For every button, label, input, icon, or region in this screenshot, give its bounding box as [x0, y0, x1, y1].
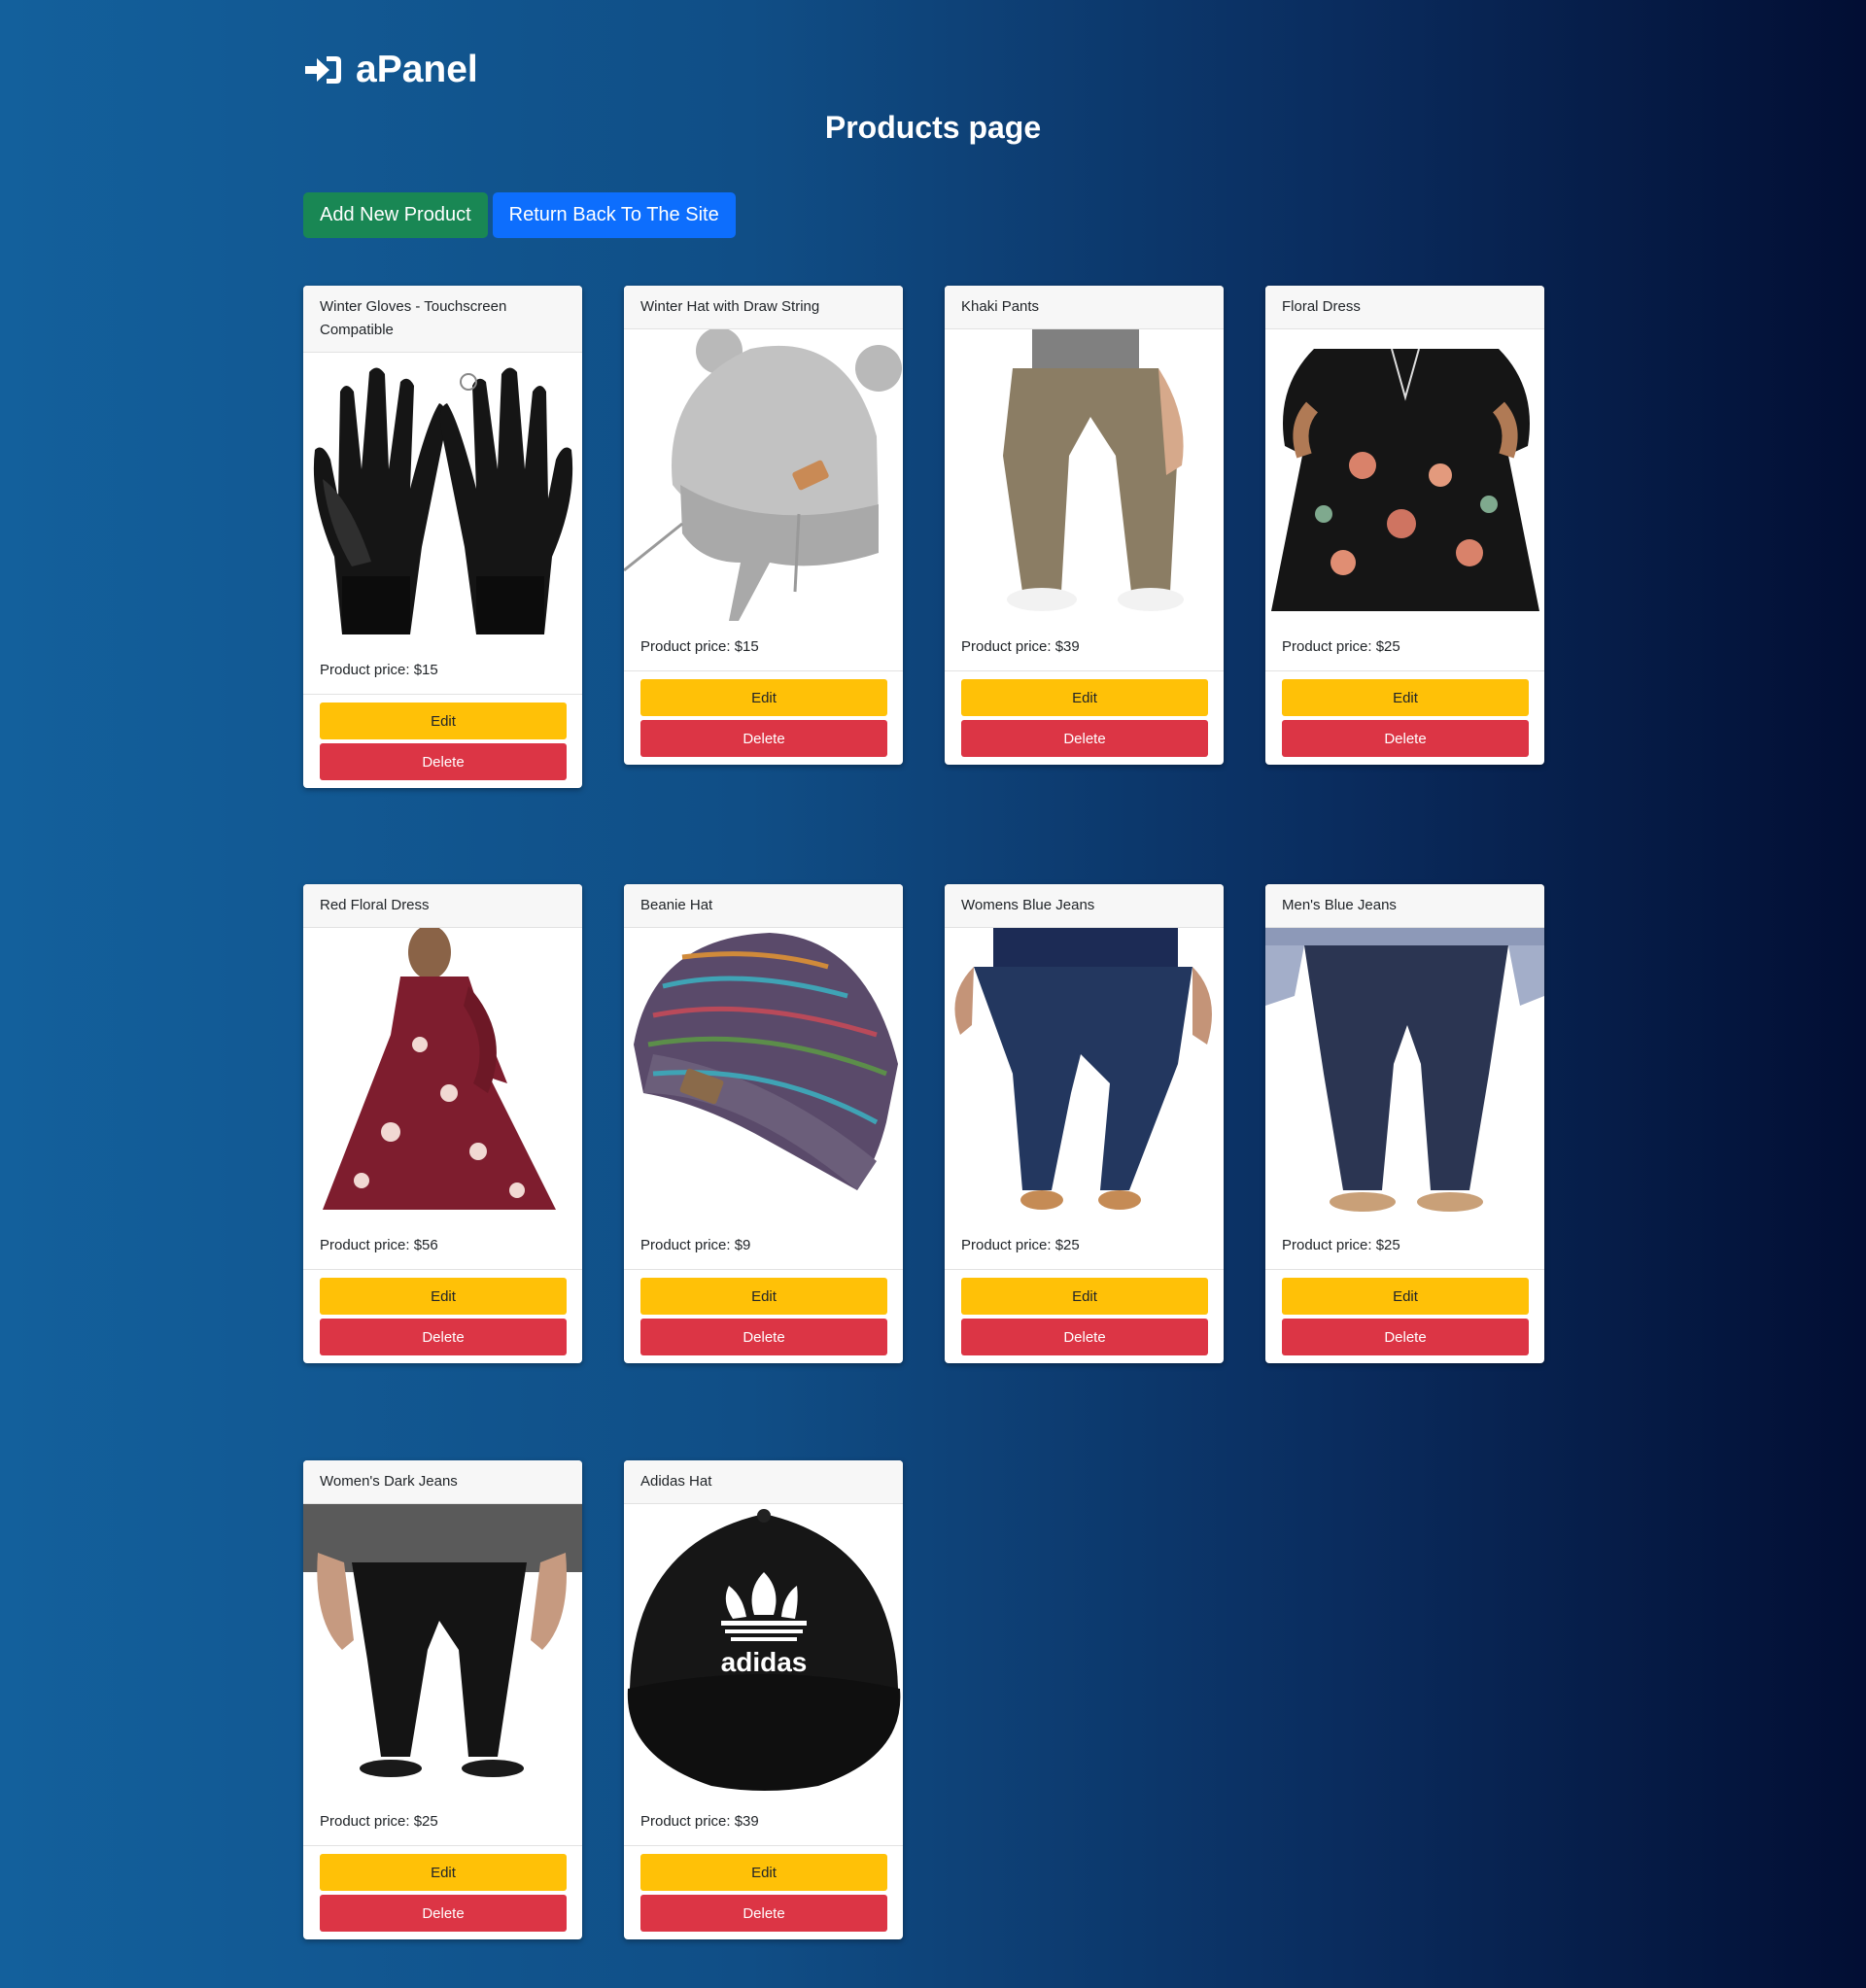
product-name: Women's Dark Jeans: [303, 1460, 582, 1504]
product-name: Womens Blue Jeans: [945, 884, 1224, 928]
product-image-grey-hat: [624, 329, 903, 621]
card-actions: Edit Delete: [945, 671, 1224, 765]
product-card: Women's Dark Jeans Product price: $25 Ed…: [303, 1460, 582, 1939]
product-card: Red Floral Dress Product price: $56 Edit…: [303, 884, 582, 1363]
product-price: Product price: $39: [624, 1796, 903, 1846]
card-actions: Edit Delete: [303, 1270, 582, 1363]
product-image-mens-jeans: [1265, 928, 1544, 1219]
edit-button[interactable]: Edit: [320, 703, 567, 739]
product-card: Adidas Hat adidas Product price: $39 Edi…: [624, 1460, 903, 1939]
product-price: Product price: $25: [1265, 1219, 1544, 1270]
card-actions: Edit Delete: [624, 1846, 903, 1939]
sign-in-icon: [305, 56, 341, 84]
card-actions: Edit Delete: [1265, 1270, 1544, 1363]
delete-button[interactable]: Delete: [640, 1319, 887, 1355]
product-image-womens-jeans: [945, 928, 1224, 1219]
product-price: Product price: $15: [303, 644, 582, 695]
product-name: Floral Dress: [1265, 286, 1544, 329]
product-price: Product price: $39: [945, 621, 1224, 671]
add-product-button[interactable]: Add New Product: [303, 192, 488, 238]
delete-button[interactable]: Delete: [640, 720, 887, 757]
product-name: Winter Hat with Draw String: [624, 286, 903, 329]
edit-button[interactable]: Edit: [961, 679, 1208, 716]
product-image-gloves: [303, 353, 582, 644]
card-actions: Edit Delete: [303, 1846, 582, 1939]
edit-button[interactable]: Edit: [1282, 679, 1529, 716]
product-card: Beanie Hat Product price: $9 Edit Delete: [624, 884, 903, 1363]
delete-button[interactable]: Delete: [320, 1895, 567, 1932]
product-image-adidas-cap: adidas: [624, 1504, 903, 1796]
product-name: Beanie Hat: [624, 884, 903, 928]
product-image-beanie: [624, 928, 903, 1219]
product-image-floral-dress: [1265, 329, 1544, 621]
product-image-khaki-pants: [945, 329, 1224, 621]
product-name: Winter Gloves - Touchscreen Compatible: [303, 286, 582, 353]
toolbar: Add New Product Return Back To The Site: [303, 192, 736, 238]
product-card: Womens Blue Jeans Product price: $25 Edi…: [945, 884, 1224, 1363]
product-image-red-floral-dress: [303, 928, 582, 1219]
delete-button[interactable]: Delete: [640, 1895, 887, 1932]
card-actions: Edit Delete: [1265, 671, 1544, 765]
adidas-logo-text: adidas: [721, 1647, 808, 1677]
delete-button[interactable]: Delete: [1282, 720, 1529, 757]
edit-button[interactable]: Edit: [320, 1854, 567, 1891]
edit-button[interactable]: Edit: [640, 679, 887, 716]
product-card: Men's Blue Jeans Product price: $25 Edit…: [1265, 884, 1544, 1363]
brand[interactable]: aPanel: [303, 49, 478, 91]
product-card: Winter Gloves - Touchscreen Compatible P…: [303, 286, 582, 788]
products-page: aPanel Products page Add New Product Ret…: [0, 0, 1866, 1988]
product-name: Khaki Pants: [945, 286, 1224, 329]
delete-button[interactable]: Delete: [320, 743, 567, 780]
delete-button[interactable]: Delete: [961, 1319, 1208, 1355]
card-actions: Edit Delete: [945, 1270, 1224, 1363]
card-actions: Edit Delete: [624, 1270, 903, 1363]
edit-button[interactable]: Edit: [640, 1278, 887, 1315]
edit-button[interactable]: Edit: [1282, 1278, 1529, 1315]
product-name: Men's Blue Jeans: [1265, 884, 1544, 928]
product-image-dark-jeans: [303, 1504, 582, 1796]
product-name: Red Floral Dress: [303, 884, 582, 928]
product-name: Adidas Hat: [624, 1460, 903, 1504]
product-price: Product price: $25: [945, 1219, 1224, 1270]
product-price: Product price: $25: [1265, 621, 1544, 671]
product-card: Khaki Pants Product price: $39 Edit Dele…: [945, 286, 1224, 765]
product-price: Product price: $56: [303, 1219, 582, 1270]
product-card: Floral Dress Product price: $25 Edit Del…: [1265, 286, 1544, 765]
page-title: Products page: [824, 110, 1042, 145]
card-actions: Edit Delete: [303, 695, 582, 788]
edit-button[interactable]: Edit: [640, 1854, 887, 1891]
edit-button[interactable]: Edit: [320, 1278, 567, 1315]
product-price: Product price: $15: [624, 621, 903, 671]
card-actions: Edit Delete: [624, 671, 903, 765]
product-card: Winter Hat with Draw String Product pric…: [624, 286, 903, 765]
delete-button[interactable]: Delete: [320, 1319, 567, 1355]
brand-name: aPanel: [356, 49, 478, 90]
product-price: Product price: $25: [303, 1796, 582, 1846]
delete-button[interactable]: Delete: [961, 720, 1208, 757]
edit-button[interactable]: Edit: [961, 1278, 1208, 1315]
product-price: Product price: $9: [624, 1219, 903, 1270]
return-to-site-button[interactable]: Return Back To The Site: [492, 192, 736, 238]
delete-button[interactable]: Delete: [1282, 1319, 1529, 1355]
